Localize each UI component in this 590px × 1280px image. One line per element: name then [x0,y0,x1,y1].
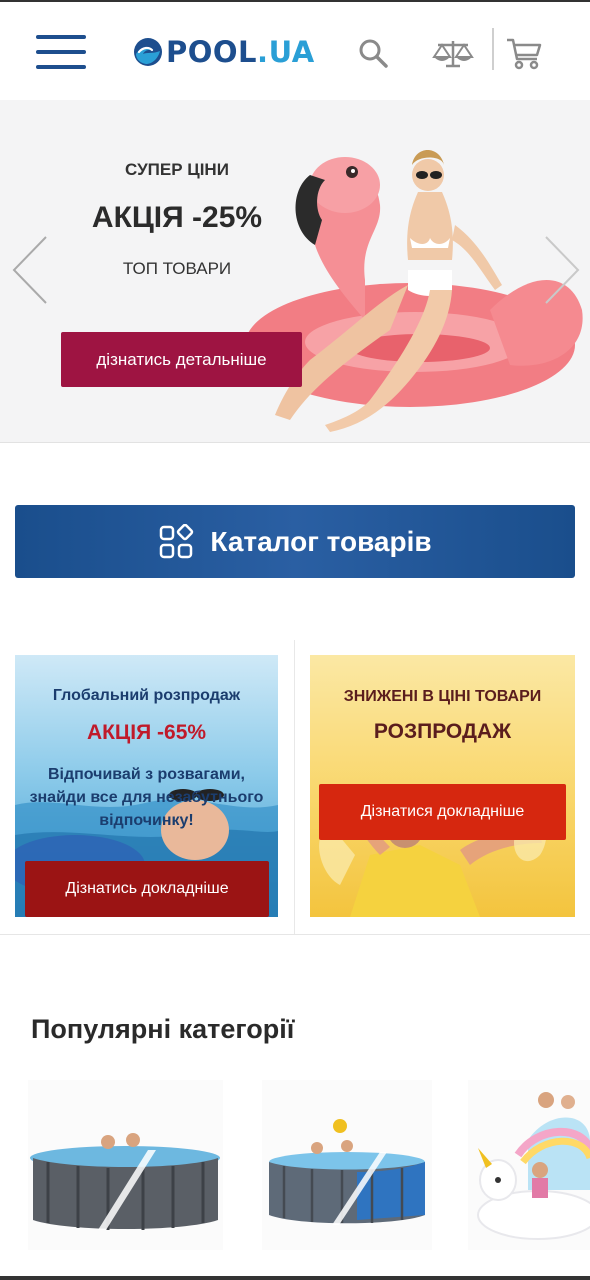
promo-right-button[interactable]: Дізнатися докладніше [319,784,566,840]
hero-details-button[interactable]: дізнатись детальніше [61,332,302,387]
frame-pool-blue-image [262,1080,432,1250]
catalog-button[interactable]: Каталог товарів [15,505,575,578]
logo-text: POOL.UA [166,35,315,69]
hero-line-1: СУПЕР ЦІНИ [125,160,229,179]
menu-icon[interactable] [36,35,86,69]
category-card-frame-pool-blue[interactable] [262,1080,432,1250]
hero-banner: СУПЕР ЦІНИ АКЦІЯ -25% ТОП ТОВАРИ дізнати… [0,100,590,443]
carousel-prev-icon[interactable] [10,235,50,305]
category-card-inflatables[interactable] [468,1080,590,1250]
unicorn-float-image [468,1080,590,1250]
frame-pool-image [28,1080,223,1250]
logo-wave-icon [134,38,162,66]
promo-divider [294,640,295,934]
promo-right-title: ЗНИЖЕНІ В ЦІНІ ТОВАРИ [343,688,542,705]
promo-discount-banner[interactable]: ЗНИЖЕНІ В ЦІНІ ТОВАРИ РОЗПРОДАЖ Дізнатис… [310,655,575,917]
popular-categories-title: Популярні категорії [31,1014,295,1044]
hero-headline: АКЦІЯ -25% [91,201,263,234]
category-card-frame-pool-dark[interactable] [28,1080,223,1250]
promo-left-title: Глобальний розпродаж [52,687,241,704]
promo-left-discount: АКЦІЯ -65% [86,721,207,744]
hero-line-3: ТОП ТОВАРИ [122,259,232,278]
site-header: POOL.UA [0,2,590,100]
compare-scales-icon[interactable] [432,35,474,71]
promo-left-text: Відпочивай з розвагами, знайди все для н… [29,766,264,829]
cart-icon[interactable] [505,35,543,71]
carousel-next-icon[interactable] [542,235,582,305]
logo[interactable]: POOL.UA [133,32,315,72]
bottom-border [0,1276,590,1280]
popular-categories-row [0,1080,590,1250]
search-icon[interactable] [355,35,391,71]
promo-right-subtitle: РОЗПРОДАЖ [373,720,512,743]
promo-left-button[interactable]: Дізнатись докладніше [25,861,269,917]
header-divider [492,28,494,70]
promo-sale-banner[interactable]: Глобальний розпродаж АКЦІЯ -65% Відпочив… [15,655,278,917]
catalog-label: Каталог товарів [210,525,432,557]
promo-bottom-divider [0,934,590,935]
catalog-grid-icon [160,523,194,558]
